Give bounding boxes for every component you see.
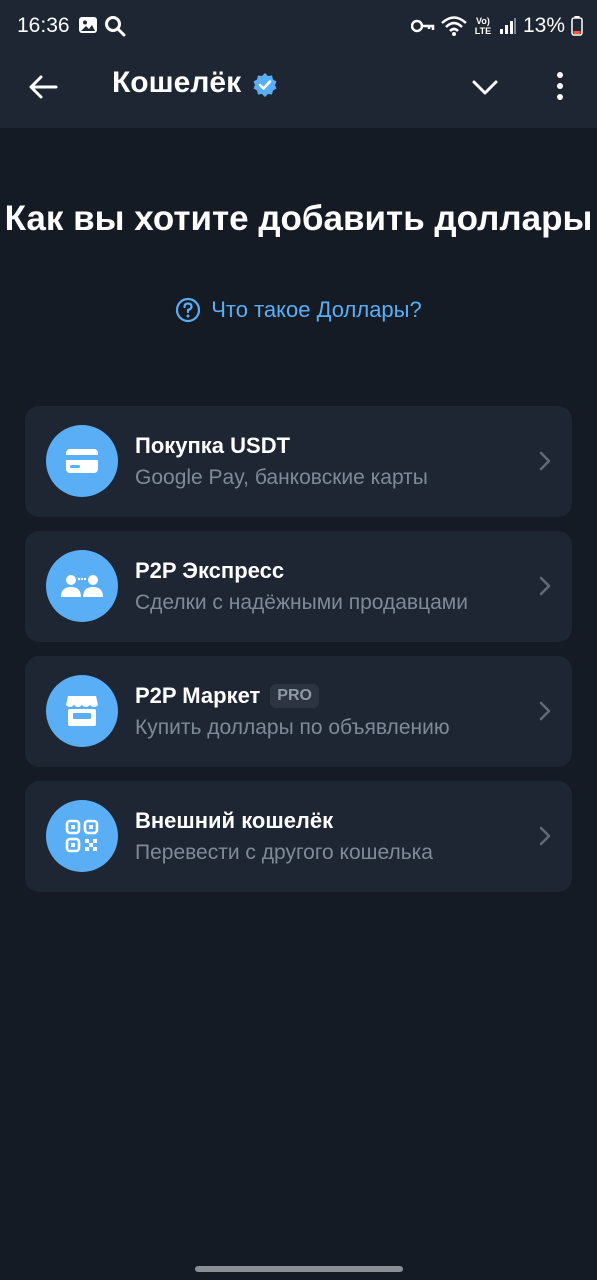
app-title: Кошелёк <box>112 66 242 99</box>
chevron-right-icon <box>539 451 551 471</box>
option-subtitle: Купить доллары по объявлению <box>135 716 450 739</box>
option-title: P2P Маркет PRO <box>135 683 319 709</box>
signal-icon <box>499 18 516 34</box>
option-title-text: Внешний кошелёк <box>135 808 334 833</box>
option-external-wallet[interactable]: Внешний кошелёк Перевести с другого коше… <box>25 781 572 892</box>
home-indicator[interactable] <box>195 1266 403 1272</box>
chevron-down-icon[interactable] <box>470 72 500 102</box>
option-subtitle: Google Pay, банковские карты <box>135 466 428 489</box>
option-subtitle: Сделки с надёжными продавцами <box>135 591 468 614</box>
option-title: Внешний кошелёк <box>135 808 333 834</box>
network-type: Vo) LTE <box>474 16 492 36</box>
help-link[interactable]: Что такое Доллары? <box>0 297 597 323</box>
qr-code-icon <box>46 800 118 872</box>
status-time: 16:36 <box>17 14 70 37</box>
gallery-icon <box>79 17 97 33</box>
question-circle-icon <box>176 297 201 323</box>
option-title-text: P2P Маркет <box>135 683 261 708</box>
option-title-text: P2P Экспресс <box>135 558 285 583</box>
card-icon <box>46 425 118 497</box>
app-bar: Кошелёк <box>0 56 597 118</box>
option-title-text: Покупка USDT <box>135 433 291 458</box>
options-list: Покупка USDT Google Pay, банковские карт… <box>25 406 572 906</box>
status-notification-icons <box>78 15 126 37</box>
status-bar: 16:36 Vo) LTE 13% <box>0 0 597 54</box>
key-icon <box>410 19 435 33</box>
battery-icon <box>571 16 583 36</box>
help-link-label[interactable]: Что такое Доллары? <box>211 297 421 323</box>
option-title: Покупка USDT <box>135 433 290 459</box>
option-p2p-express[interactable]: P2P Экспресс Сделки с надёжными продавца… <box>25 531 572 642</box>
option-p2p-market[interactable]: P2P Маркет PRO Купить доллары по объявле… <box>25 656 572 767</box>
top-bar: 16:36 Vo) LTE 13% Кошелёк <box>0 0 597 128</box>
verified-badge-icon <box>253 73 277 97</box>
chevron-right-icon <box>539 701 551 721</box>
search-icon <box>105 16 126 37</box>
users-icon <box>46 550 118 622</box>
chevron-right-icon <box>539 576 551 596</box>
page-heading: Как вы хотите добавить доллары <box>4 199 593 238</box>
more-menu-icon[interactable] <box>548 68 572 104</box>
option-title: P2P Экспресс <box>135 558 284 584</box>
pro-badge: PRO <box>270 684 319 708</box>
battery-percent: 13% <box>522 14 565 37</box>
back-arrow-icon[interactable] <box>26 70 60 104</box>
option-buy-usdt[interactable]: Покупка USDT Google Pay, банковские карт… <box>25 406 572 517</box>
store-icon <box>46 675 118 747</box>
chevron-right-icon <box>539 826 551 846</box>
wifi-icon <box>441 16 467 36</box>
option-subtitle: Перевести с другого кошелька <box>135 841 433 864</box>
status-system-icons: Vo) LTE 13% <box>410 14 583 38</box>
